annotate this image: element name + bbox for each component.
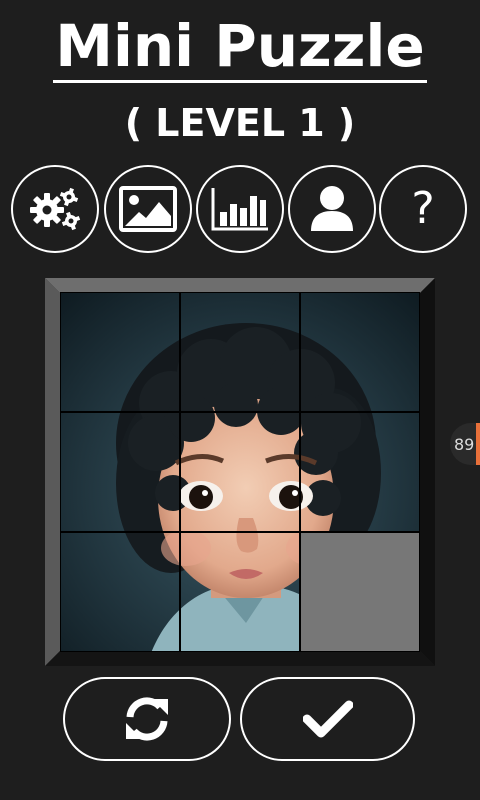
user-icon: [311, 186, 353, 231]
title-text: Mini Puzzle: [53, 12, 427, 83]
puzzle-tile[interactable]: [301, 293, 419, 411]
puzzle-tile[interactable]: [181, 293, 299, 411]
puzzle-board: [60, 292, 420, 652]
stats-chart-icon: [211, 188, 268, 231]
puzzle-tile[interactable]: [181, 413, 299, 531]
puzzle-tile[interactable]: [61, 533, 179, 651]
toolbar: ?: [11, 165, 471, 257]
stats-button[interactable]: [196, 165, 284, 253]
confirm-button[interactable]: [240, 677, 415, 761]
image-icon: [119, 186, 177, 232]
puzzle-tile[interactable]: [301, 413, 419, 531]
side-badge-accent: [476, 423, 480, 465]
settings-button[interactable]: [11, 165, 99, 253]
help-button[interactable]: ?: [379, 165, 467, 253]
puzzle-tile[interactable]: [61, 293, 179, 411]
frame-right-bevel: [419, 278, 435, 666]
empty-tile[interactable]: [301, 533, 419, 651]
shuffle-button[interactable]: [63, 677, 231, 761]
puzzle-tile[interactable]: [181, 533, 299, 651]
side-badge[interactable]: 89: [450, 423, 480, 465]
level-label: ( LEVEL 1 ): [124, 101, 356, 145]
check-icon: [302, 700, 353, 738]
help-icon: ?: [411, 183, 435, 234]
frame-left-bevel: [45, 278, 61, 666]
puzzle-tile[interactable]: [61, 413, 179, 531]
page-title: Mini Puzzle: [0, 8, 480, 84]
image-button[interactable]: [104, 165, 192, 253]
refresh-icon: [126, 697, 168, 741]
gears-icon: [30, 187, 81, 231]
frame-bottom-bevel: [45, 650, 435, 666]
profile-button[interactable]: [288, 165, 376, 253]
side-badge-value: 89: [454, 434, 475, 454]
